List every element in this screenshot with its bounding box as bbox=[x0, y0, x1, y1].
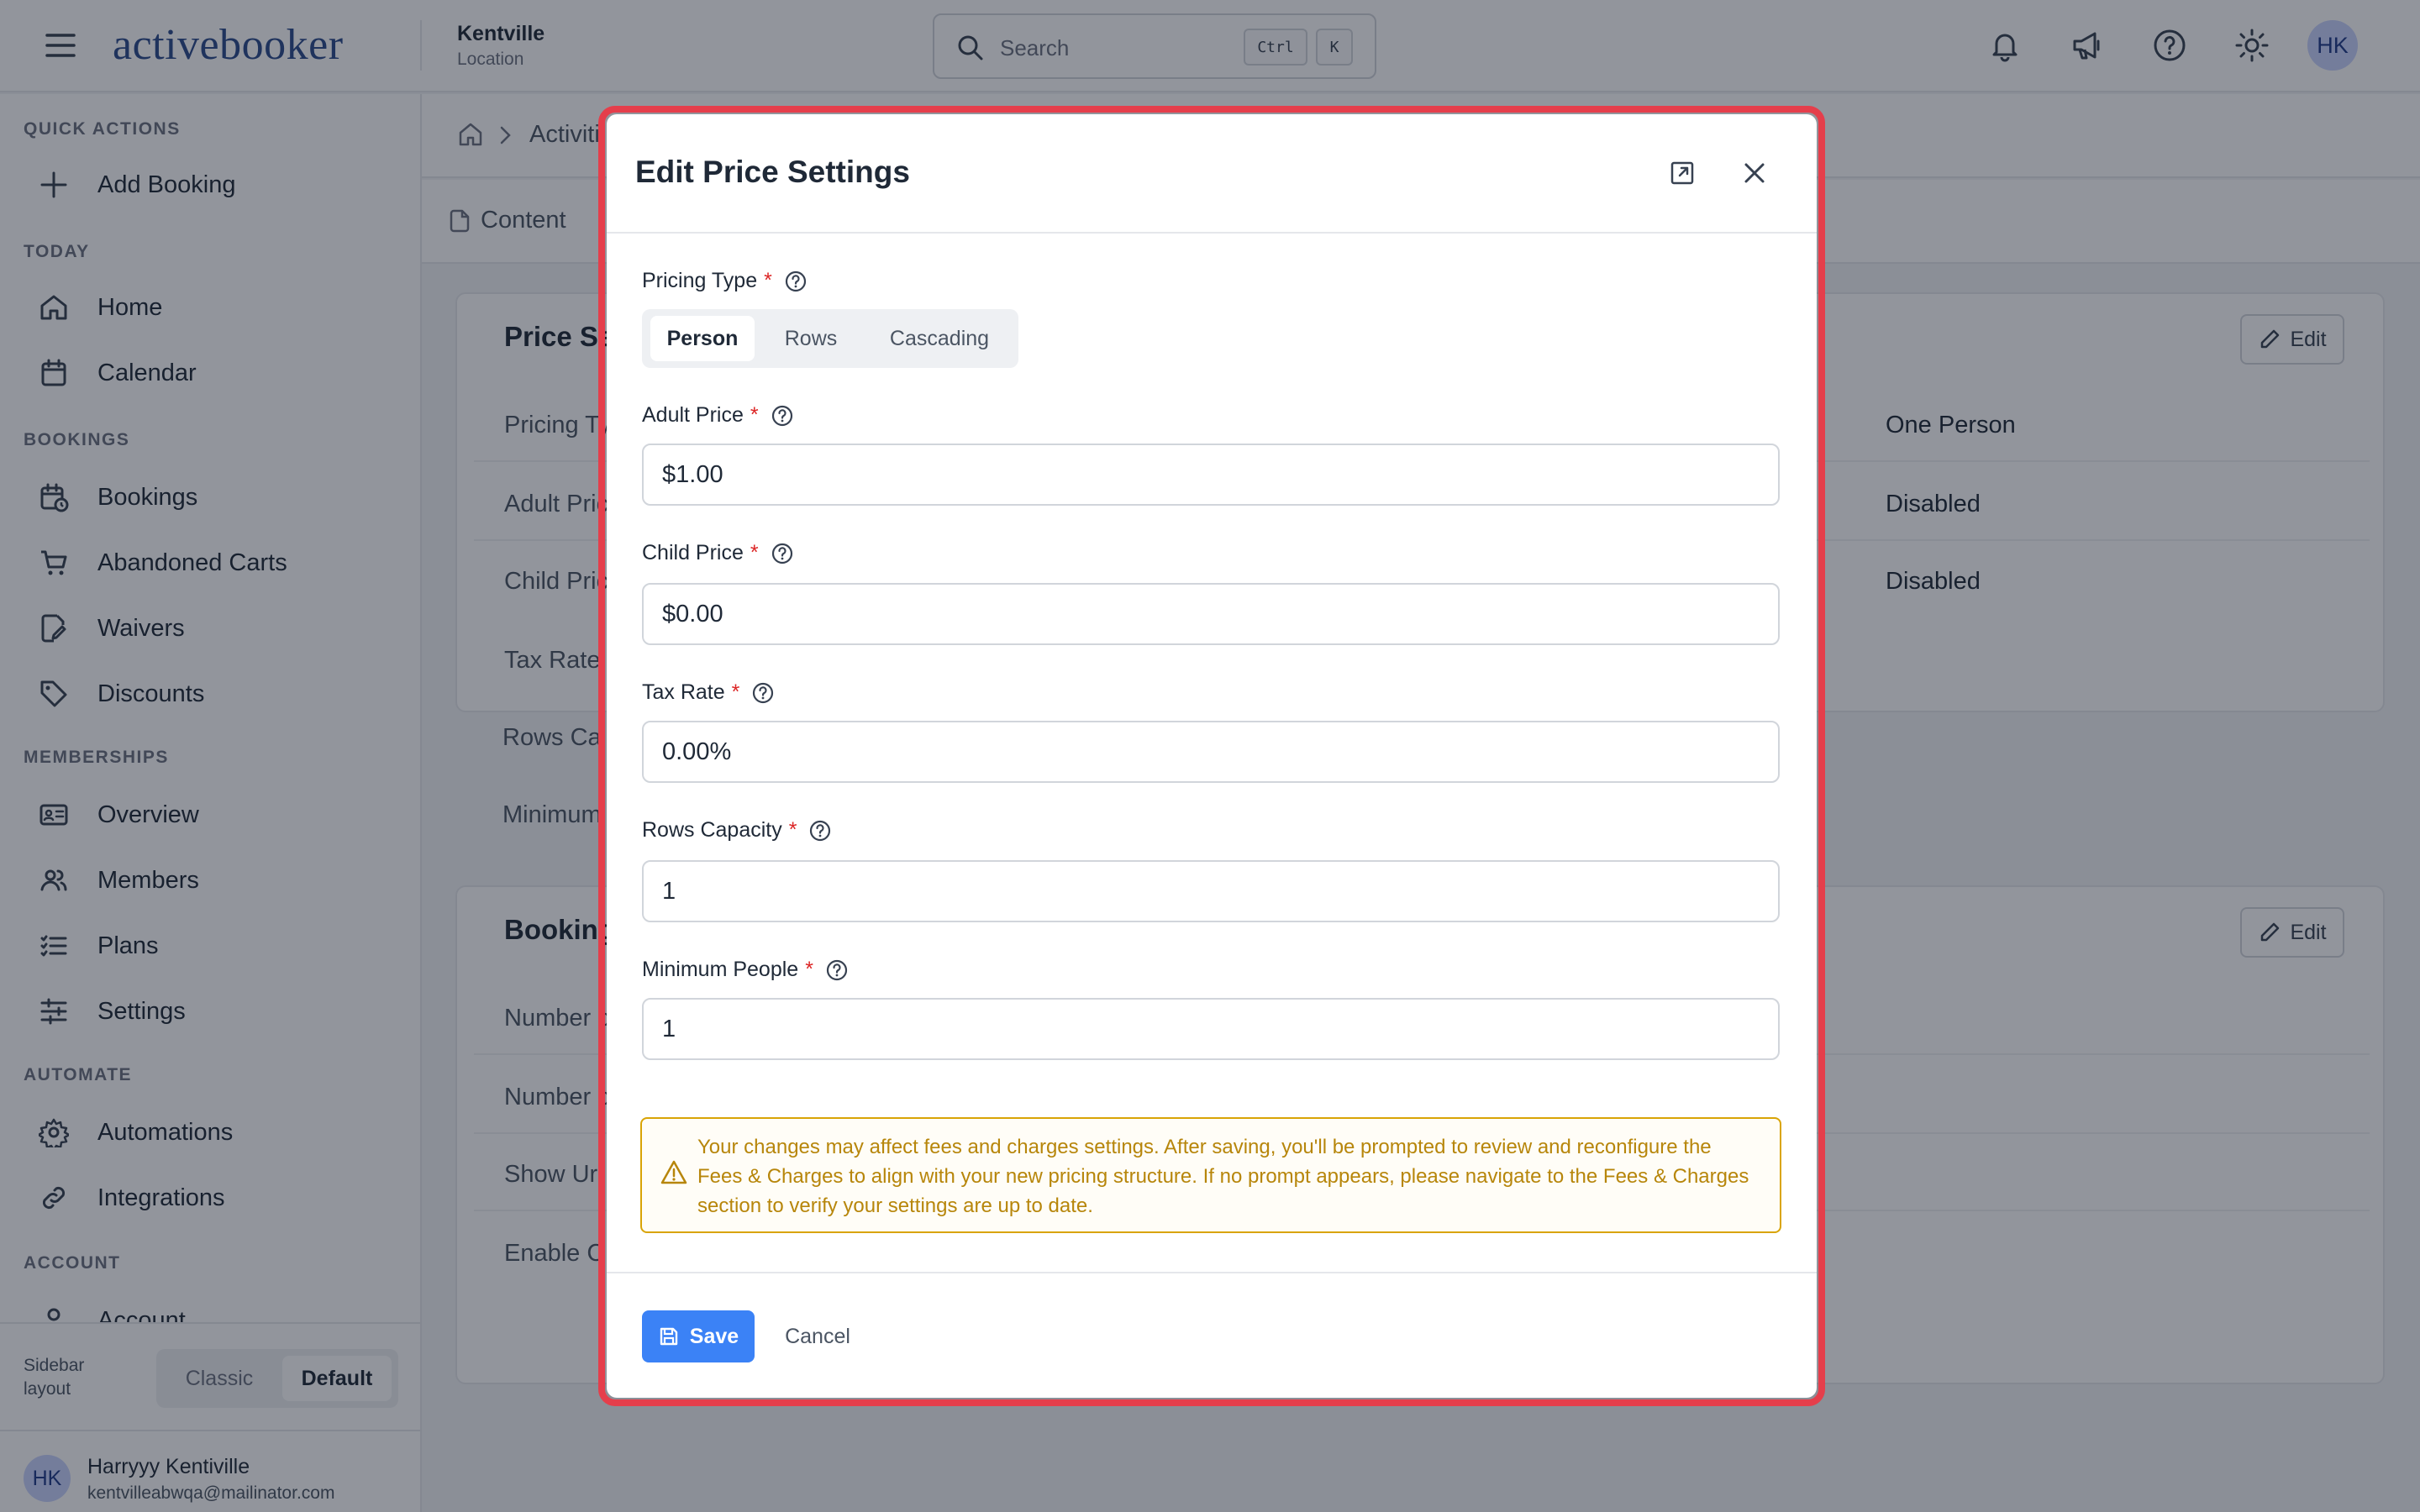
minimum-people-label: Minimum People * bbox=[642, 958, 849, 982]
field-label-text: Rows Capacity bbox=[642, 818, 782, 842]
pricing-type-label: Pricing Type * bbox=[642, 269, 808, 293]
divider bbox=[607, 1272, 1817, 1273]
help-icon[interactable] bbox=[771, 404, 794, 428]
help-icon[interactable] bbox=[784, 270, 808, 293]
save-label: Save bbox=[689, 1324, 739, 1348]
pricing-type-selector: Person Rows Cascading bbox=[642, 309, 1018, 368]
save-icon bbox=[660, 1327, 677, 1346]
required-marker: * bbox=[805, 958, 813, 981]
required-marker: * bbox=[750, 403, 759, 427]
tax-rate-label: Tax Rate * bbox=[642, 680, 775, 705]
field-label-text: Tax Rate bbox=[642, 680, 725, 704]
rows-capacity-input[interactable] bbox=[642, 860, 1780, 922]
cancel-button[interactable]: Cancel bbox=[771, 1310, 864, 1362]
child-price-label: Child Price * bbox=[642, 541, 794, 565]
pricing-type-cascading[interactable]: Cascading bbox=[867, 316, 1012, 361]
minimum-people-input[interactable] bbox=[642, 998, 1780, 1060]
required-marker: * bbox=[788, 818, 797, 842]
help-icon[interactable] bbox=[751, 681, 775, 705]
warning-icon bbox=[660, 1159, 687, 1186]
required-marker: * bbox=[764, 269, 772, 292]
pricing-type-rows[interactable]: Rows bbox=[765, 316, 857, 361]
expand-icon[interactable] bbox=[1665, 156, 1699, 190]
help-icon[interactable] bbox=[771, 542, 794, 565]
required-marker: * bbox=[750, 541, 759, 564]
modal-title: Edit Price Settings bbox=[635, 155, 910, 189]
alert-message: Your changes may affect fees and charges… bbox=[697, 1136, 1749, 1217]
field-label-text: Minimum People bbox=[642, 958, 799, 981]
adult-price-input[interactable] bbox=[642, 444, 1780, 506]
child-price-input[interactable] bbox=[642, 583, 1780, 645]
pricing-type-person[interactable]: Person bbox=[650, 316, 755, 361]
help-icon[interactable] bbox=[808, 819, 832, 843]
adult-price-label: Adult Price * bbox=[642, 403, 794, 428]
tax-rate-input[interactable] bbox=[642, 721, 1780, 783]
help-icon[interactable] bbox=[825, 958, 849, 982]
fees-warning-alert: Your changes may affect fees and charges… bbox=[640, 1117, 1781, 1233]
field-label-text: Adult Price bbox=[642, 403, 744, 427]
close-icon[interactable] bbox=[1738, 156, 1771, 190]
rows-capacity-label: Rows Capacity * bbox=[642, 818, 832, 843]
edit-price-settings-modal: Edit Price Settings Pricing Type * Perso… bbox=[607, 114, 1817, 1398]
field-label-text: Pricing Type bbox=[642, 269, 758, 292]
field-label-text: Child Price bbox=[642, 541, 744, 564]
save-button[interactable]: Save bbox=[642, 1310, 755, 1362]
modal-header: Edit Price Settings bbox=[607, 114, 1817, 234]
required-marker: * bbox=[731, 680, 740, 704]
